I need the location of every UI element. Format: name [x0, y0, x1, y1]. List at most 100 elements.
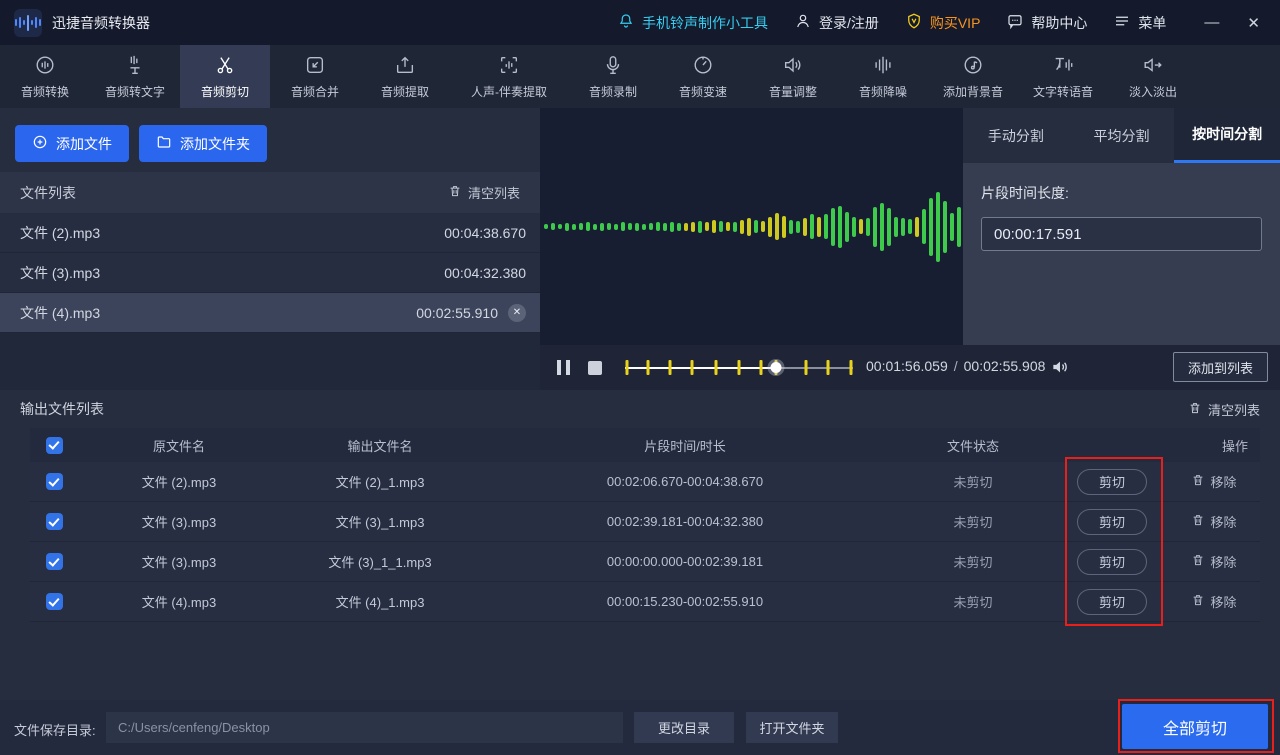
- clock-icon: [692, 54, 714, 79]
- file-duration: 00:02:55.910: [416, 305, 498, 321]
- trash-icon: [1191, 553, 1205, 570]
- add-file-button[interactable]: 添加文件: [15, 125, 129, 162]
- status-label: 未剪切: [890, 512, 1056, 531]
- time-display: 00:01:56.059/00:02:55.908: [866, 358, 1045, 374]
- tab-text-to-speech[interactable]: 文字转语音: [1018, 45, 1108, 108]
- current-time: 00:01:56.059: [866, 358, 948, 374]
- trash-icon: [1191, 513, 1205, 530]
- total-time: 00:02:55.908: [964, 358, 1046, 374]
- buy-vip-link[interactable]: 购买VIP: [905, 12, 981, 33]
- chat-bubble-icon: [1006, 12, 1024, 33]
- waveform[interactable]: [544, 108, 963, 345]
- open-folder-button[interactable]: 打开文件夹: [746, 712, 838, 743]
- volume-icon[interactable]: [1050, 357, 1070, 382]
- tab-audio-speed[interactable]: 音频变速: [658, 45, 748, 108]
- save-dir-input[interactable]: [106, 712, 623, 743]
- tab-vocal-separation[interactable]: 人声-伴奏提取: [450, 45, 568, 108]
- tab-audio-cut[interactable]: 音频剪切: [180, 45, 270, 108]
- extract-icon: [394, 54, 416, 79]
- output-table: 原文件名 输出文件名 片段时间/时长 文件状态 操作 文件 (2).mp3 文件…: [30, 428, 1260, 622]
- help-center-link[interactable]: 帮助中心: [1006, 12, 1087, 33]
- tab-audio-convert[interactable]: 音频转换: [0, 45, 90, 108]
- scissors-icon: [214, 54, 236, 79]
- timeline-handle[interactable]: [770, 362, 781, 373]
- segment-duration-label: 片段时间长度:: [981, 183, 1262, 203]
- menu-button[interactable]: 菜单: [1113, 12, 1166, 33]
- folder-icon: [156, 134, 172, 153]
- cut-button[interactable]: 剪切: [1077, 509, 1147, 535]
- add-to-list-button[interactable]: 添加到列表: [1173, 352, 1268, 382]
- status-label: 未剪切: [890, 552, 1056, 571]
- cut-all-button[interactable]: 全部剪切: [1122, 704, 1268, 749]
- equalizer-icon: [872, 54, 894, 79]
- file-list-panel: 添加文件 添加文件夹 文件列表 清空列表 文件 (2).mp3 00:04:38…: [0, 108, 540, 390]
- file-list-empty-area: [0, 333, 540, 390]
- column-status: 文件状态: [890, 436, 1056, 455]
- output-list-title: 输出文件列表: [20, 399, 104, 419]
- tab-audio-to-text[interactable]: 音频转文字: [90, 45, 180, 108]
- clear-file-list-button[interactable]: 清空列表: [448, 183, 520, 202]
- remove-button[interactable]: 移除: [1168, 472, 1260, 491]
- clear-output-list-button[interactable]: 清空列表: [1188, 400, 1260, 419]
- user-icon: [794, 12, 812, 33]
- cut-button[interactable]: 剪切: [1077, 469, 1147, 495]
- row-checkbox[interactable]: [46, 513, 63, 530]
- file-name: 文件 (4).mp3: [20, 303, 100, 323]
- tab-fade[interactable]: 淡入淡出: [1108, 45, 1198, 108]
- output-row: 文件 (3).mp3 文件 (3)_1_1.mp3 00:00:00.000-0…: [30, 542, 1260, 582]
- column-source: 原文件名: [78, 436, 280, 455]
- segment-duration-input[interactable]: [981, 217, 1262, 251]
- tab-average-split[interactable]: 平均分割: [1069, 108, 1175, 163]
- text-to-speech-icon: [1052, 54, 1074, 79]
- trash-icon: [448, 184, 462, 201]
- file-row[interactable]: 文件 (2).mp3 00:04:38.670: [0, 213, 540, 253]
- tab-volume-adjust[interactable]: 音量调整: [748, 45, 838, 108]
- ringtone-tool-link[interactable]: 手机铃声制作小工具: [617, 12, 768, 33]
- change-dir-button[interactable]: 更改目录: [634, 712, 734, 743]
- trash-icon: [1191, 473, 1205, 490]
- tab-audio-merge[interactable]: 音频合并: [270, 45, 360, 108]
- trash-icon: [1191, 593, 1205, 610]
- remove-file-icon[interactable]: ✕: [508, 304, 526, 322]
- timeline-track[interactable]: [625, 360, 853, 375]
- column-range: 片段时间/时长: [480, 436, 890, 455]
- row-checkbox[interactable]: [46, 593, 63, 610]
- tab-time-split[interactable]: 按时间分割: [1174, 108, 1280, 163]
- cut-button[interactable]: 剪切: [1077, 589, 1147, 615]
- bell-icon: [617, 12, 635, 33]
- trash-icon: [1188, 401, 1202, 418]
- footer-bar: 文件保存目录: 更改目录 打开文件夹 全部剪切: [0, 700, 1280, 755]
- remove-button[interactable]: 移除: [1168, 592, 1260, 611]
- file-row[interactable]: 文件 (3).mp3 00:04:32.380: [0, 253, 540, 293]
- app-window: 迅捷音频转换器 手机铃声制作小工具 登录/注册 购买VIP 帮助中心 菜单: [0, 0, 1280, 755]
- close-button[interactable]: ✕: [1243, 14, 1264, 32]
- speaker-icon: [782, 54, 804, 79]
- titlebar-actions: 手机铃声制作小工具 登录/注册 购买VIP 帮助中心 菜单 — ✕: [617, 12, 1264, 33]
- row-checkbox[interactable]: [46, 473, 63, 490]
- title-bar: 迅捷音频转换器 手机铃声制作小工具 登录/注册 购买VIP 帮助中心 菜单: [0, 0, 1280, 45]
- tab-add-bgm[interactable]: 添加背景音: [928, 45, 1018, 108]
- minimize-button[interactable]: —: [1200, 14, 1223, 31]
- file-row-selected[interactable]: 文件 (4).mp3 00:02:55.910 ✕: [0, 293, 540, 333]
- remove-button[interactable]: 移除: [1168, 512, 1260, 531]
- audio-to-text-icon: [124, 54, 146, 79]
- tab-manual-split[interactable]: 手动分割: [963, 108, 1069, 163]
- split-settings-panel: 手动分割 平均分割 按时间分割 片段时间长度:: [963, 108, 1280, 345]
- add-folder-button[interactable]: 添加文件夹: [139, 125, 267, 162]
- app-identity: 迅捷音频转换器: [14, 9, 150, 37]
- select-all-checkbox[interactable]: [46, 437, 63, 454]
- pause-button[interactable]: [557, 360, 570, 375]
- stop-button[interactable]: [588, 361, 602, 375]
- cut-button[interactable]: 剪切: [1077, 549, 1147, 575]
- merge-icon: [304, 54, 326, 79]
- feature-toolbar: 音频转换 音频转文字 音频剪切 音频合并 音频提取 人声-伴奏提取 音频录制: [0, 45, 1280, 108]
- login-link[interactable]: 登录/注册: [794, 12, 879, 33]
- remove-button[interactable]: 移除: [1168, 552, 1260, 571]
- tab-audio-record[interactable]: 音频录制: [568, 45, 658, 108]
- column-action: 操作: [1168, 436, 1260, 455]
- row-checkbox[interactable]: [46, 553, 63, 570]
- waveform-panel: [540, 108, 963, 345]
- file-name: 文件 (3).mp3: [20, 263, 100, 283]
- tab-noise-reduction[interactable]: 音频降噪: [838, 45, 928, 108]
- tab-audio-extract[interactable]: 音频提取: [360, 45, 450, 108]
